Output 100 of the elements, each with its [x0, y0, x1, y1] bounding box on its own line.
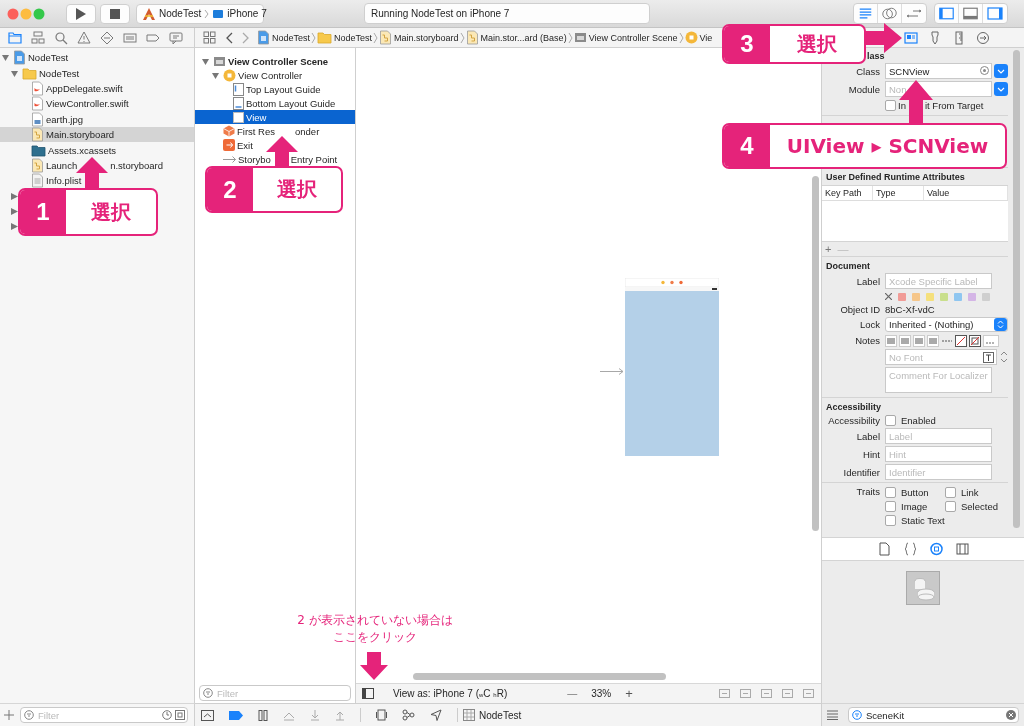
path-segment[interactable]: Main.stor...ard (Base): [465, 30, 567, 45]
checkbox[interactable]: [885, 486, 896, 498]
run-button[interactable]: [66, 3, 96, 24]
scene-kit-view-icon[interactable]: [906, 571, 940, 605]
outline-row[interactable]: Storybo Entry Point: [195, 152, 355, 166]
checkbox[interactable]: [945, 486, 956, 498]
identity-inspector-icon[interactable]: [904, 30, 918, 45]
dropdown-icon[interactable]: [994, 64, 1008, 78]
file-row[interactable]: NodeTest: [0, 65, 194, 81]
memory-graph-icon[interactable]: [402, 709, 415, 721]
stop-button[interactable]: [100, 3, 130, 24]
path-segment[interactable]: NodeTest: [257, 30, 311, 45]
lock-popup[interactable]: Inherited - (Nothing): [885, 317, 1008, 332]
connections-icon[interactable]: [976, 30, 990, 45]
back-icon[interactable]: [226, 31, 234, 44]
color-swatch[interactable]: [912, 292, 920, 301]
checkbox[interactable]: [945, 500, 956, 512]
hierarchy-icon[interactable]: [31, 30, 45, 45]
disclosure-triangle-icon[interactable]: [2, 54, 9, 62]
column-header[interactable]: Value: [924, 186, 1008, 200]
media-library-icon[interactable]: [955, 542, 969, 556]
outline-row[interactable]: First Res onder: [195, 124, 355, 138]
clear-icon[interactable]: [1006, 710, 1016, 720]
search-icon[interactable]: [54, 30, 68, 45]
message-icon[interactable]: [169, 30, 183, 45]
scope-icon[interactable]: [175, 710, 185, 720]
label-field[interactable]: Xcode Specific Label: [885, 273, 992, 289]
clock-icon[interactable]: [162, 710, 172, 720]
forward-icon[interactable]: [241, 31, 249, 44]
process-selector[interactable]: NodeTest: [463, 709, 522, 721]
grid-icon[interactable]: [203, 31, 216, 44]
stepper-icon[interactable]: [1000, 350, 1008, 364]
path-segment[interactable]: Main.storyboard: [379, 30, 459, 45]
color-swatch[interactable]: [954, 292, 962, 301]
attributes-inspector-icon[interactable]: [928, 30, 942, 45]
outline-row[interactable]: Top Layout Guide: [195, 82, 355, 96]
file-template-icon[interactable]: [877, 542, 891, 556]
outline-row[interactable]: View: [195, 110, 355, 124]
disclosure-triangle-icon[interactable]: [202, 57, 209, 65]
align-right-icon[interactable]: [913, 334, 925, 347]
outline-row[interactable]: Exit: [195, 138, 355, 152]
add-icon[interactable]: [4, 710, 14, 720]
file-row[interactable]: Launch n.storyboard: [0, 157, 194, 174]
warning-icon[interactable]: [77, 30, 91, 45]
list-icon[interactable]: [123, 30, 137, 45]
pause-icon[interactable]: [258, 709, 268, 721]
diamond-icon[interactable]: [100, 30, 114, 45]
input-field[interactable]: Label: [885, 428, 992, 444]
no-color-icon[interactable]: [885, 293, 892, 300]
dropdown-icon[interactable]: [994, 82, 1008, 96]
input-field[interactable]: Identifier: [885, 464, 992, 480]
path-segment[interactable]: NodeTest: [317, 31, 373, 44]
disclosure-triangle-icon[interactable]: [11, 208, 18, 216]
filter-field[interactable]: Filter: [199, 685, 351, 701]
list-view-icon[interactable]: [827, 710, 838, 720]
column-header[interactable]: Type: [873, 186, 924, 200]
frame-icon[interactable]: [718, 688, 731, 699]
disclosure-triangle-icon[interactable]: [212, 71, 219, 79]
outline-row[interactable]: Bottom Layout Guide: [195, 96, 355, 110]
outline-row[interactable]: View Controller Scene: [195, 54, 355, 68]
path-segment[interactable]: View Controller Scene: [573, 31, 678, 44]
ruler-icon[interactable]: [952, 30, 966, 45]
console-toggle-icon[interactable]: [201, 709, 214, 721]
step-out-icon[interactable]: [335, 709, 345, 721]
stack-icon[interactable]: [739, 688, 752, 699]
color-swatch[interactable]: [926, 292, 934, 301]
breakpoint-icon[interactable]: [229, 710, 243, 720]
add-button[interactable]: +: [825, 243, 832, 255]
no-fill-icon[interactable]: [955, 334, 967, 347]
color-swatch[interactable]: [968, 292, 976, 301]
checkbox[interactable]: [885, 514, 896, 526]
step-in-icon[interactable]: [310, 709, 320, 721]
column-header[interactable]: Key Path: [822, 186, 873, 200]
disclosure-triangle-icon[interactable]: [11, 69, 18, 77]
checkbox[interactable]: [885, 414, 896, 426]
color-swatch[interactable]: [898, 292, 906, 301]
font-field[interactable]: No Font: [885, 349, 997, 365]
align-center-icon[interactable]: [899, 334, 911, 347]
file-row[interactable]: ViewController.swift: [0, 96, 194, 112]
file-row[interactable]: NodeTest: [0, 50, 194, 66]
view-debugger-icon[interactable]: [376, 709, 387, 721]
file-row[interactable]: AppDelegate.swift: [0, 80, 194, 97]
object-library-icon[interactable]: [929, 542, 943, 556]
no-stroke-icon[interactable]: [969, 334, 981, 347]
sidebar-toggle-icon[interactable]: [362, 688, 374, 699]
file-row[interactable]: Assets.xcassets: [0, 142, 194, 158]
folder-icon[interactable]: [8, 30, 22, 45]
code-snippet-icon[interactable]: [903, 542, 917, 556]
file-row[interactable]: Main.storyboard: [0, 126, 194, 143]
disclosure-triangle-icon[interactable]: [11, 223, 18, 231]
align-left-icon[interactable]: [885, 334, 897, 347]
path-segment[interactable]: Vie: [684, 31, 713, 44]
filter-field[interactable]: SceneKit: [848, 707, 1019, 723]
comment-field[interactable]: Comment For Localizer: [885, 367, 992, 393]
input-field[interactable]: Hint: [885, 446, 992, 462]
justify-icon[interactable]: [927, 334, 939, 347]
pin-icon[interactable]: [781, 688, 794, 699]
font-icon[interactable]: [983, 352, 994, 363]
class-field[interactable]: SCNView: [885, 63, 992, 79]
disclosure-triangle-icon[interactable]: [11, 192, 18, 200]
